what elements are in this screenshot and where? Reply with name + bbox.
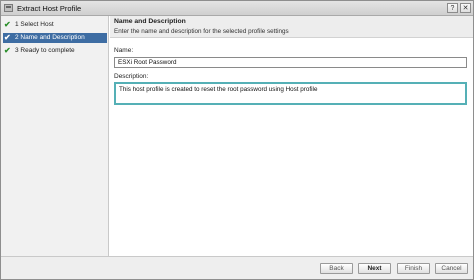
next-button[interactable]: Next bbox=[358, 263, 391, 274]
close-button[interactable]: ✕ bbox=[460, 3, 471, 13]
back-button[interactable]: Back bbox=[320, 263, 353, 274]
step-ready-to-complete[interactable]: ✔ 3 Ready to complete bbox=[3, 46, 107, 56]
wizard-content: Name and Description Enter the name and … bbox=[110, 16, 473, 256]
cancel-button[interactable]: Cancel bbox=[435, 263, 468, 274]
step-label: 3 Ready to complete bbox=[15, 47, 75, 54]
description-label: Description: bbox=[114, 73, 149, 80]
section-title: Name and Description bbox=[114, 18, 186, 25]
step-name-and-description[interactable]: ✔ 2 Name and Description bbox=[3, 33, 107, 43]
step-select-host[interactable]: ✔ 1 Select Host bbox=[3, 20, 107, 30]
host-profile-icon bbox=[4, 4, 13, 12]
dialog-title: Extract Host Profile bbox=[17, 4, 82, 13]
checkmark-icon: ✔ bbox=[4, 46, 11, 55]
checkmark-icon: ✔ bbox=[4, 20, 11, 29]
wizard-footer: Back Next Finish Cancel bbox=[1, 256, 473, 279]
description-field[interactable]: This host profile is created to reset th… bbox=[114, 82, 467, 105]
step-label: 1 Select Host bbox=[15, 21, 54, 28]
name-label: Name: bbox=[114, 47, 134, 54]
checkmark-icon: ✔ bbox=[4, 33, 11, 42]
step-label: 2 Name and Description bbox=[15, 34, 85, 41]
extract-host-profile-dialog: Extract Host Profile ? ✕ ✔ 1 Select Host… bbox=[0, 0, 474, 280]
section-subtitle: Enter the name and description for the s… bbox=[114, 28, 289, 35]
section-header: Name and Description Enter the name and … bbox=[110, 16, 473, 38]
title-bar: Extract Host Profile ? ✕ bbox=[1, 1, 473, 16]
help-button[interactable]: ? bbox=[447, 3, 458, 13]
name-field[interactable] bbox=[114, 57, 467, 68]
finish-button[interactable]: Finish bbox=[397, 263, 430, 274]
wizard-steps-sidebar: ✔ 1 Select Host ✔ 2 Name and Description… bbox=[1, 16, 109, 256]
